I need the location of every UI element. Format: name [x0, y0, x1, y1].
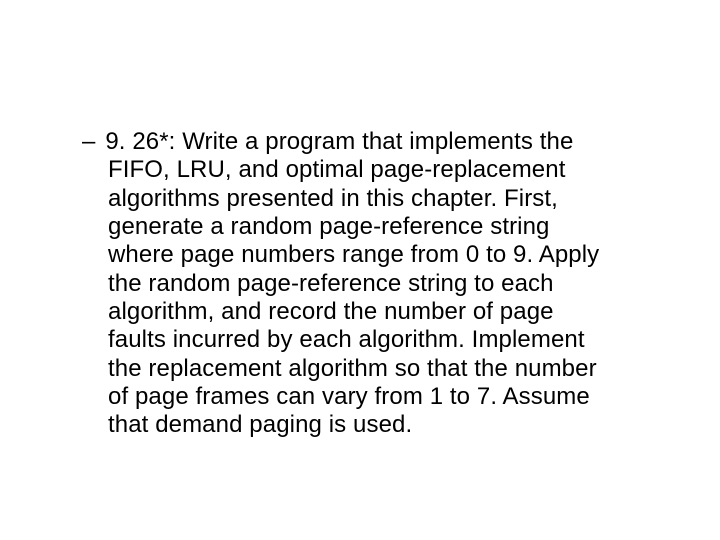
text-line11: that demand paging is used.: [108, 411, 650, 439]
text-and: and: [238, 156, 285, 183]
bullet-item: – 9. 26*: Write a program that implement…: [82, 128, 650, 156]
text-line4: generate a random page-reference string: [108, 213, 650, 241]
bullet-continuation: FIFO, LRU, and optimal page-replacement …: [82, 156, 650, 439]
text-line8: faults incurred by each algorithm. Imple…: [108, 326, 650, 354]
text-line2: FIFO, LRU, and optimal page-replacement: [108, 156, 650, 184]
slide: – 9. 26*: Write a program that implement…: [0, 0, 720, 540]
bullet-text-line1: 9. 26*: Write a program that implements …: [105, 128, 573, 156]
text-line5: where page numbers range from 0 to 9. Ap…: [108, 241, 650, 269]
text-line9: the replacement algorithm so that the nu…: [108, 355, 650, 383]
text-line7: algorithm, and record the number of page: [108, 298, 650, 326]
text-optimal: optimal: [286, 156, 371, 183]
text-page-replacement: page-replacement: [370, 156, 565, 183]
text-fifo-lru: FIFO, LRU,: [108, 156, 238, 183]
bullet-dash: –: [82, 128, 95, 156]
text-line10: of page frames can vary from 1 to 7. Ass…: [108, 383, 650, 411]
text-line6: the random page-reference string to each: [108, 270, 650, 298]
text-line3: algorithms presented in this chapter. Fi…: [108, 185, 650, 213]
